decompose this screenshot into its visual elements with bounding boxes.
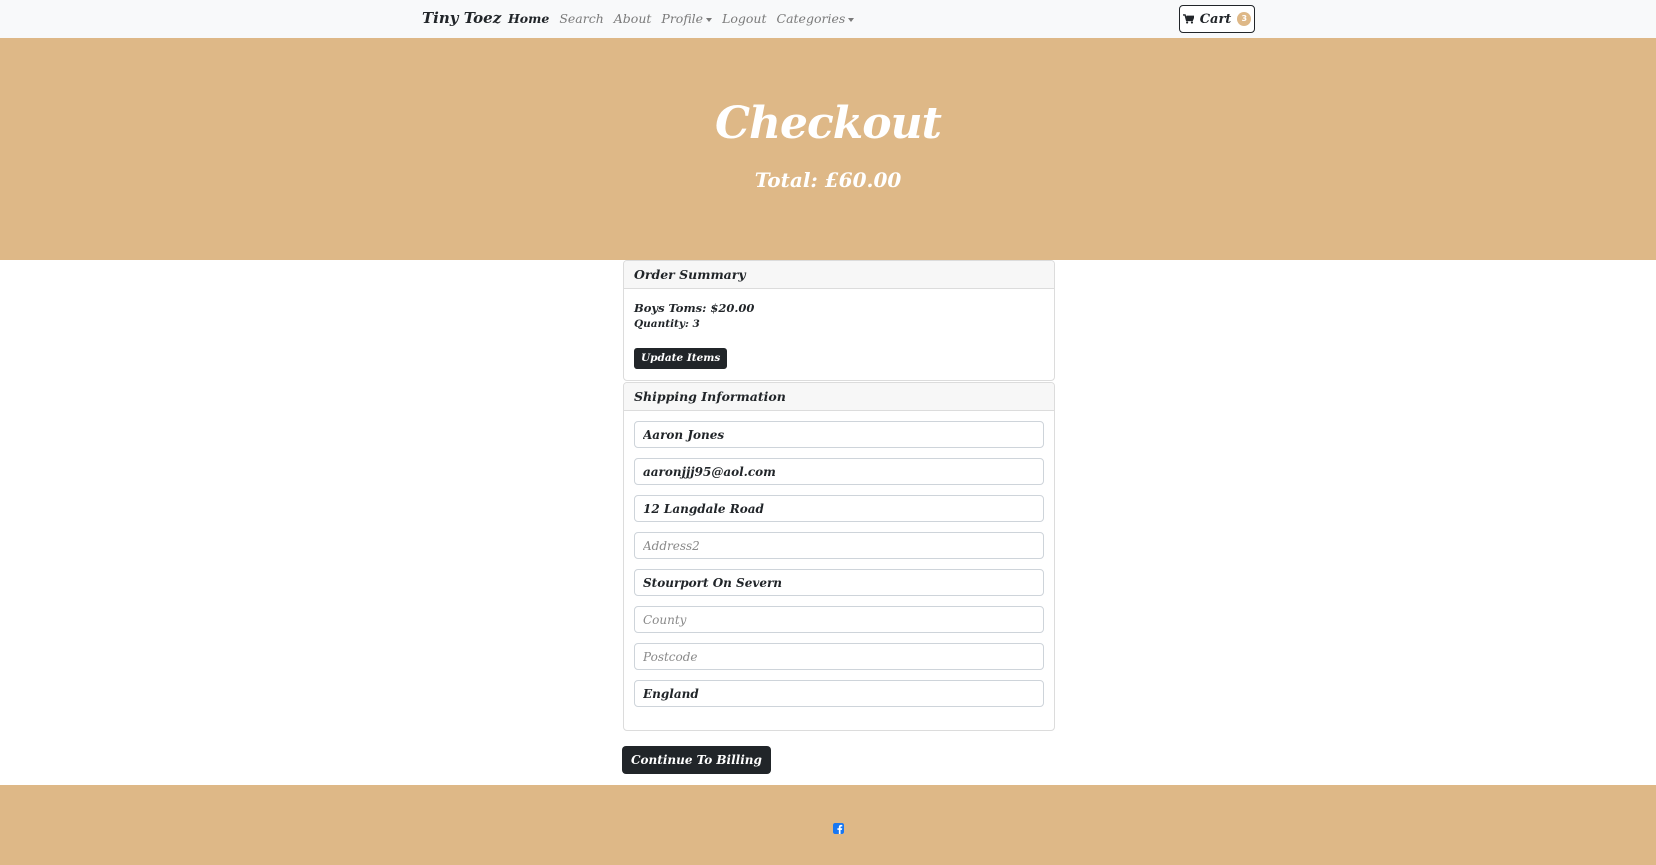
nav-profile-label: Profile — [661, 11, 704, 26]
cart-count-badge: 3 — [1237, 12, 1252, 26]
postcode-field[interactable] — [634, 643, 1044, 670]
navbar: Tiny Toez Home Search About Profile Logo… — [0, 0, 1656, 38]
nav-logout[interactable]: Logout — [722, 11, 766, 26]
order-summary-card: Order Summary Boys Toms: $20.00 Quantity… — [623, 260, 1055, 381]
shipping-info-card: Shipping Information — [623, 382, 1055, 731]
order-item-quantity: Quantity: 3 — [634, 318, 700, 330]
nav-categories-label: Categories — [776, 11, 846, 26]
full-name-field[interactable] — [634, 421, 1044, 448]
order-item: Boys Toms: $20.00 — [634, 301, 755, 315]
shipping-info-header: Shipping Information — [624, 383, 1054, 411]
brand-logo[interactable]: Tiny Toez — [422, 9, 501, 27]
nav-links: Home Search About Profile Logout Categor… — [508, 11, 855, 26]
country-field[interactable] — [634, 680, 1044, 707]
footer — [0, 785, 1656, 865]
caret-down-icon — [706, 17, 713, 22]
continue-to-billing-button[interactable]: Continue To Billing — [622, 746, 771, 774]
page-title: Checkout — [715, 98, 942, 149]
update-items-button[interactable]: Update Items — [634, 348, 728, 369]
address1-field[interactable] — [634, 495, 1044, 522]
hero-banner: Checkout Total: £60.00 — [0, 38, 1656, 260]
address2-field[interactable] — [634, 532, 1044, 559]
order-summary-header: Order Summary — [624, 261, 1054, 289]
county-field[interactable] — [634, 606, 1044, 633]
nav-categories-dropdown[interactable]: Categories — [777, 11, 855, 26]
order-total: Total: £60.00 — [754, 168, 902, 192]
nav-home[interactable]: Home — [508, 11, 549, 26]
caret-down-icon — [848, 17, 855, 22]
cart-button[interactable]: Cart 3 — [1179, 5, 1255, 33]
order-summary-body: Boys Toms: $20.00 Quantity: 3 Update Ite… — [624, 289, 1054, 380]
city-field[interactable] — [634, 569, 1044, 596]
shipping-form — [624, 411, 1054, 727]
nav-search[interactable]: Search — [559, 11, 603, 26]
nav-profile-dropdown[interactable]: Profile — [661, 11, 713, 26]
email-field[interactable] — [634, 458, 1044, 485]
facebook-icon[interactable] — [833, 819, 844, 834]
cart-label: Cart — [1199, 11, 1232, 27]
nav-about[interactable]: About — [614, 11, 652, 26]
cart-icon — [1182, 14, 1194, 24]
